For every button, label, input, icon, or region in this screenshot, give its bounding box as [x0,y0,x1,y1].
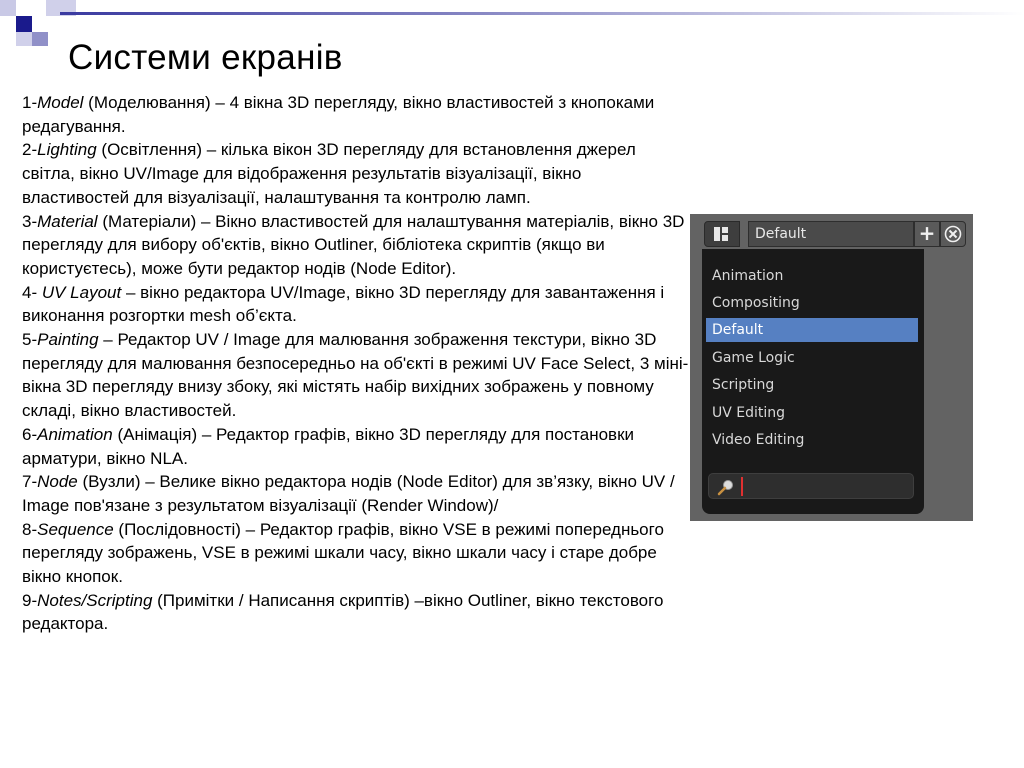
layout-name-field[interactable]: Default [748,221,914,247]
add-layout-button[interactable]: + [914,221,940,247]
menu-item-scripting[interactable]: Scripting [706,373,918,397]
header-rule [60,12,1024,15]
layout-header: Default + [704,221,966,247]
paragraph-painting: 5-Painting – Редактор UV / Image для мал… [22,330,689,421]
screen-layout-icon [714,227,728,241]
blender-screen-layout-panel: Default + Animation Compositing Default … [690,214,973,521]
menu-item-compositing[interactable]: Compositing [706,291,918,315]
close-icon [944,225,962,243]
text-cursor [741,477,743,496]
decor-square [32,32,48,46]
paragraph-node: 7-Node (Вузли) – Велике вікно редактора … [22,472,675,515]
layout-dropdown-menu: Animation Compositing Default Game Logic… [702,249,924,514]
paragraph-animation: 6-Animation (Анімація) – Редактор графів… [22,424,635,468]
paragraph-notes-scripting: 9-Notes/Scripting (Примітки / Написання … [22,590,664,634]
decor-square [16,16,32,32]
menu-item-default[interactable]: Default [706,318,918,342]
search-icon [717,480,733,496]
slide-body: 1-Model (Моделювання) – 4 вікна 3D перег… [22,91,692,636]
editor-type-button[interactable] [704,221,740,247]
paragraph-material: 3-Material (Матеріали) – Вікно властивос… [22,211,685,278]
menu-search-input[interactable] [708,473,914,499]
decor-square [16,32,32,46]
menu-item-game-logic[interactable]: Game Logic [706,346,918,370]
remove-layout-button[interactable] [940,221,966,247]
paragraph-sequence: 8-Sequence (Послідовності) – Редактор гр… [22,519,664,587]
menu-item-uv-editing[interactable]: UV Editing [706,401,918,425]
decor-square [0,0,16,16]
menu-item-animation[interactable]: Animation [706,264,918,288]
menu-item-video-editing[interactable]: Video Editing [706,428,918,452]
paragraph-model: 1-Model (Моделювання) – 4 вікна 3D перег… [22,93,655,136]
paragraph-lighting: 2-Lighting (Освітлення) – кілька вікон 3… [22,140,636,207]
slide-title: Системи екранів [68,38,343,77]
paragraph-uv-layout: 4- UV Layout – вікно редактора UV/Image,… [22,282,665,326]
